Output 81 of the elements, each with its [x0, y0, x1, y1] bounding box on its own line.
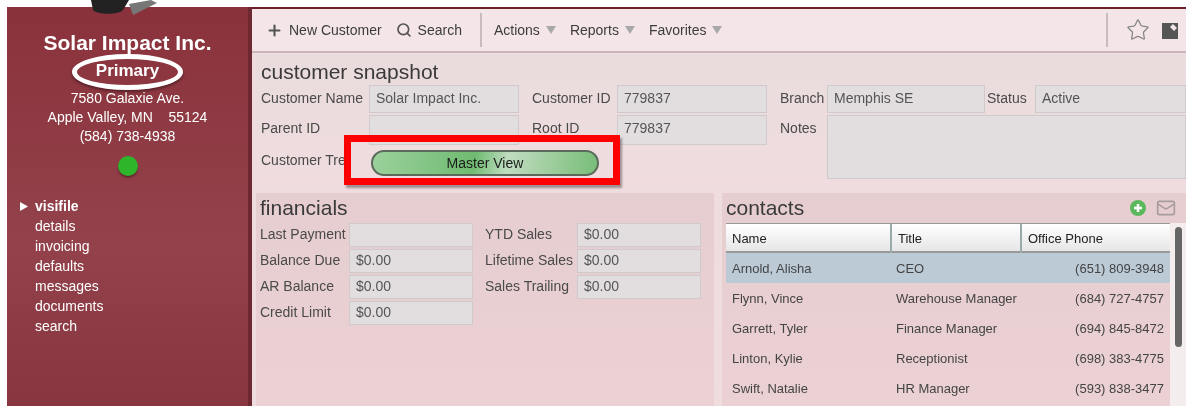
triangle-icon: [20, 201, 28, 211]
caret-icon: [712, 26, 723, 34]
field-label: Credit Limit: [260, 303, 332, 320]
address-line: 7580 Galaxie Ave.: [70, 89, 185, 108]
input-field[interactable]: Active: [1035, 85, 1186, 113]
table-cell-text: Finance Manager: [895, 320, 999, 336]
input-field[interactable]: $0.00: [577, 275, 701, 299]
table-cell-text: Receptionist: [895, 350, 969, 366]
input-field[interactable]: Solar Impact Inc.: [369, 85, 519, 113]
star-icon[interactable]: [1126, 18, 1150, 42]
table-cell-text: Swift, Natalie: [731, 380, 809, 396]
field-label: Balance Due: [260, 251, 342, 268]
contact-row[interactable]: Garrett, Tyler Finance Manager (694) 845-8472: [726, 313, 1170, 343]
phone-number: (584) 738-4938: [79, 127, 176, 146]
search-icon: [395, 22, 412, 38]
caret-icon: [624, 26, 635, 34]
nav-item[interactable]: search: [20, 316, 248, 336]
field-label: Lifetime Sales: [485, 251, 574, 268]
table-cell-text: (694) 845-8472: [1074, 320, 1165, 336]
nav-item[interactable]: visifile: [20, 196, 248, 216]
field-label: Sales Trailing: [485, 277, 571, 294]
toolbar-button[interactable]: New Customer: [264, 17, 390, 43]
add-icon[interactable]: [1130, 200, 1146, 216]
menu-button[interactable]: Favorites: [646, 18, 731, 42]
input-field[interactable]: 779837: [617, 115, 767, 145]
nav-item[interactable]: details: [20, 216, 248, 236]
input-field[interactable]: $0.00: [577, 249, 701, 273]
field-label: AR Balance: [260, 277, 335, 294]
company-name: Solar Impact Inc.: [43, 31, 212, 55]
contact-row[interactable]: Swift, Natalie HR Manager (593) 838-3477: [726, 373, 1170, 403]
field-label: YTD Sales: [485, 225, 553, 242]
plus-icon: [266, 21, 283, 39]
contact-row[interactable]: Flynn, Vince Warehouse Manager (684) 727-4757: [726, 283, 1170, 313]
field-label: Status: [986, 89, 1028, 106]
popout-icon[interactable]: [1162, 21, 1180, 39]
table-cell-text: Flynn, Vince: [731, 290, 805, 306]
input-field[interactable]: [349, 223, 473, 247]
table-cell-text: (698) 383-4775: [1074, 350, 1165, 366]
input-field[interactable]: $0.00: [349, 275, 473, 299]
field-label: Last Payment: [260, 225, 347, 242]
field-label: Root ID: [531, 119, 581, 136]
table-cell-text: Warehouse Manager: [895, 290, 1018, 306]
field-label: Branch: [779, 89, 826, 106]
contact-row[interactable]: Arnold, Alisha CEO (651) 809-3948: [726, 253, 1170, 283]
contact-row[interactable]: Linton, Kylie Receptionist (698) 383-4775: [726, 343, 1170, 373]
input-field[interactable]: $0.00: [577, 223, 701, 247]
section-title: financials: [260, 195, 349, 221]
nav-item[interactable]: documents: [20, 296, 248, 316]
nav-item[interactable]: defaults: [20, 256, 248, 276]
field-label: Parent ID: [261, 119, 322, 136]
field-label: Customer ID: [531, 89, 612, 106]
input-field[interactable]: $0.00: [349, 249, 473, 273]
logo-icon: [89, 0, 159, 16]
table-cell-text: (651) 809-3948: [1074, 260, 1165, 276]
table-cell-text: HR Manager: [895, 380, 971, 396]
column-header[interactable]: Name: [726, 224, 890, 253]
toolbar-button[interactable]: Search: [393, 18, 470, 42]
table-cell-text: CEO: [895, 260, 926, 276]
nav-item[interactable]: invoicing: [20, 236, 248, 256]
table-cell-text: Garrett, Tyler: [731, 320, 809, 336]
field-label: Customer Name: [261, 89, 364, 106]
city-line: Apple Valley, MN 55124: [47, 108, 208, 127]
section-title: customer snapshot: [261, 59, 440, 85]
scrollbar[interactable]: [1170, 223, 1186, 406]
account-type: Primary: [95, 59, 160, 85]
menu-button[interactable]: Reports: [567, 18, 643, 42]
table-cell-text: Arnold, Alisha: [731, 260, 813, 276]
master-view-button[interactable]: Master View: [371, 150, 599, 176]
field-label: Notes: [779, 119, 818, 136]
input-field[interactable]: Memphis SE: [827, 85, 985, 113]
caret-icon: [545, 26, 556, 34]
menu-button[interactable]: Actions: [491, 18, 564, 42]
notes-field[interactable]: [827, 115, 1186, 179]
section-title: contacts: [726, 195, 806, 221]
mail-icon[interactable]: [1156, 198, 1176, 218]
table-cell-text: (684) 727-4757: [1074, 290, 1165, 306]
input-field[interactable]: 779837: [617, 85, 767, 113]
table-cell-text: Linton, Kylie: [731, 350, 804, 366]
nav-item[interactable]: messages: [20, 276, 248, 296]
input-field[interactable]: $0.00: [349, 301, 473, 325]
table-cell-text: (593) 838-3477: [1074, 380, 1165, 396]
